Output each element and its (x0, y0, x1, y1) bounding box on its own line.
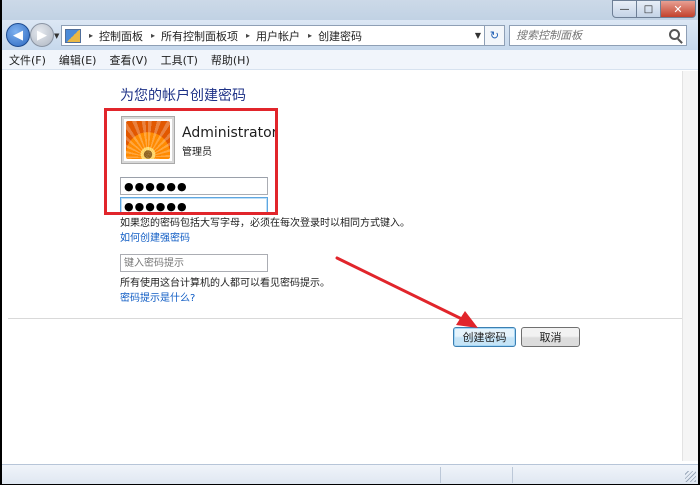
breadcrumb-separator-icon[interactable]: ▸ (89, 31, 93, 40)
address-dropdown-icon[interactable]: ▼ (475, 31, 481, 40)
refresh-icon: ↻ (489, 29, 500, 42)
refresh-button[interactable]: ↻ (485, 25, 505, 46)
page-title: 为您的帐户创建密码 (120, 88, 246, 104)
create-password-button[interactable]: 创建密码 (453, 327, 516, 347)
status-separator (512, 467, 513, 483)
breadcrumb-separator-icon[interactable]: ▸ (246, 31, 250, 40)
breadcrumb-create-password[interactable]: 创建密码 (318, 28, 362, 44)
new-password-field[interactable] (120, 177, 268, 195)
menu-bar: 文件(F) 编辑(E) 查看(V) 工具(T) 帮助(H) (2, 50, 698, 70)
user-avatar (122, 117, 174, 163)
menu-help[interactable]: 帮助(H) (211, 52, 250, 68)
search-input[interactable] (510, 29, 660, 42)
status-separator (440, 467, 441, 483)
control-panel-icon (65, 28, 81, 43)
annotation-arrow-icon (335, 256, 478, 328)
breadcrumb-control-panel[interactable]: 控制面板 (99, 28, 143, 44)
strong-password-link[interactable]: 如何创建强密码 (120, 229, 190, 244)
address-bar[interactable]: ▸ 控制面板 ▸ 所有控制面板项 ▸ 用户帐户 ▸ 创建密码 ▼ (61, 25, 485, 46)
hint-visibility-note: 所有使用这台计算机的人都可以看见密码提示。 (120, 278, 330, 289)
status-bar (2, 464, 698, 484)
cancel-button[interactable]: 取消 (521, 327, 580, 347)
menu-edit[interactable]: 编辑(E) (59, 52, 97, 68)
user-name: Administrator (182, 125, 278, 141)
menu-file[interactable]: 文件(F) (9, 52, 46, 68)
title-bar: — □ ✕ (2, 0, 698, 20)
resize-grip-icon[interactable] (685, 471, 696, 482)
search-box[interactable] (509, 25, 687, 46)
menu-tools[interactable]: 工具(T) (161, 52, 198, 68)
maximize-button[interactable]: □ (636, 0, 661, 18)
vertical-scrollbar[interactable] (682, 71, 698, 461)
section-divider (8, 318, 692, 319)
password-hint-field[interactable] (120, 254, 268, 272)
confirm-password-field[interactable] (120, 197, 268, 215)
user-role: 管理员 (182, 147, 212, 158)
main-content: 为您的帐户创建密码 Administrator 管理员 如果您的密码包括大写字母… (2, 71, 698, 461)
flower-picture-icon (126, 121, 170, 159)
breadcrumb-user-accounts[interactable]: 用户帐户 (256, 28, 300, 44)
breadcrumb-separator-icon[interactable]: ▸ (308, 31, 312, 40)
minimize-button[interactable]: — (612, 0, 637, 18)
case-sensitivity-note: 如果您的密码包括大写字母，必须在每次登录时以相同方式键入。 (120, 218, 410, 229)
breadcrumb-all-items[interactable]: 所有控制面板项 (161, 28, 238, 44)
recent-pages-dropdown-icon[interactable]: ▼ (54, 32, 59, 40)
navigation-bar: ◀ ▶ ▼ ▸ 控制面板 ▸ 所有控制面板项 ▸ 用户帐户 ▸ 创建密码 ▼ ↻ (2, 20, 698, 50)
breadcrumb-separator-icon[interactable]: ▸ (151, 31, 155, 40)
search-icon[interactable] (669, 29, 680, 40)
back-button[interactable]: ◀ (6, 23, 30, 47)
menu-view[interactable]: 查看(V) (109, 52, 147, 68)
forward-button[interactable]: ▶ (30, 23, 54, 47)
close-button[interactable]: ✕ (660, 0, 696, 18)
control-panel-window: — □ ✕ ◀ ▶ ▼ ▸ 控制面板 ▸ 所有控制面板项 ▸ 用户帐户 ▸ 创建… (2, 0, 698, 484)
what-is-hint-link[interactable]: 密码提示是什么? (120, 289, 195, 304)
